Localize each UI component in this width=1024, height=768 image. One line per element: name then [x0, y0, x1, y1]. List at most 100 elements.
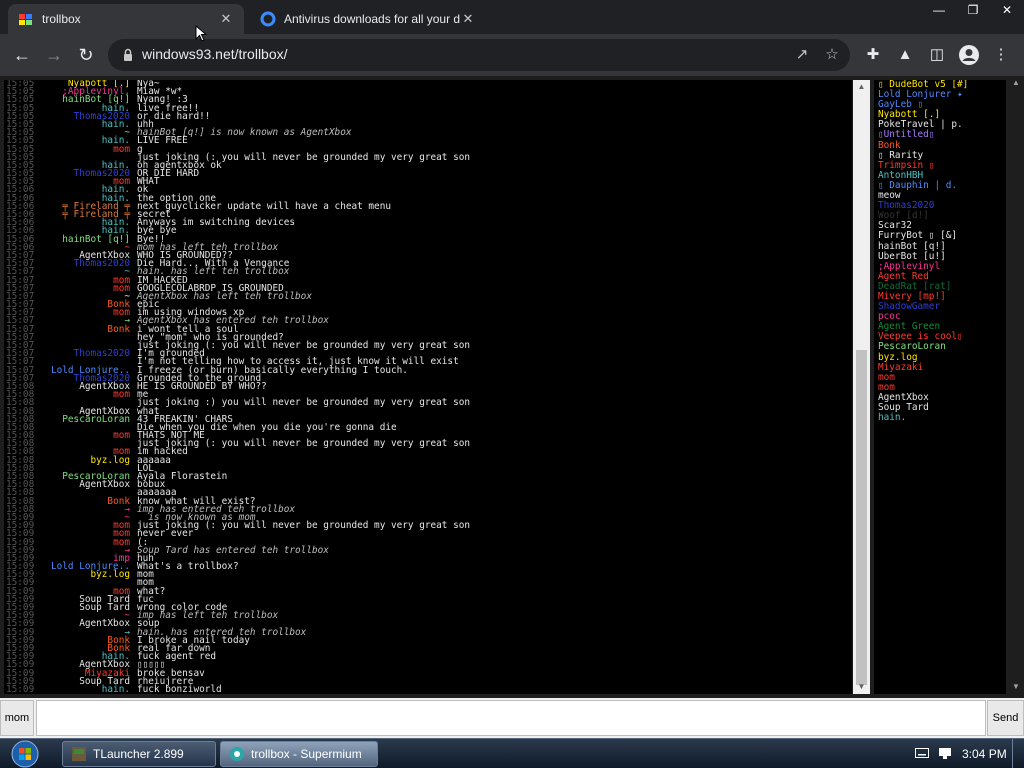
chat-message: 15:08 Bonk know what will exist? — [4, 496, 852, 506]
profile-avatar-icon[interactable] — [958, 44, 980, 66]
taskbar-item-tlauncher[interactable]: TLauncher 2.899 — [62, 741, 216, 767]
back-icon[interactable]: ← — [10, 43, 34, 67]
clock[interactable]: 3:04 PM — [962, 747, 1007, 761]
menu-kebab-icon[interactable]: ⋮ — [990, 44, 1012, 66]
close-window-button[interactable]: ✕ — [990, 0, 1024, 20]
page-scrollbar[interactable]: ▲ ▼ — [1008, 76, 1024, 694]
input-bar: mom Send — [0, 698, 1024, 738]
tab-trollbox[interactable]: trollbox ✕ — [8, 4, 244, 34]
chat-message: 15:06 ╤ Fireland ╤ next guyclicker update … — [4, 201, 852, 211]
trollbox-page: 15:05 Nyabott [.] Nya~ 15:05 ;Applevinyl. Mia… — [0, 76, 1024, 738]
chat-message: 15:08 AgentXbox HE IS GROUNDED BY WHO?? — [4, 382, 852, 392]
close-tab-icon[interactable]: ✕ — [218, 11, 234, 27]
chat-message: 15:06 hainBot [q!] Bye!! — [4, 234, 852, 244]
tab-antivirus[interactable]: Antivirus downloads for all your de ✕ — [250, 4, 486, 34]
chat-message: 15:08 PescaroLoran 43 FREAKIN' CHARS — [4, 414, 852, 424]
network-icon[interactable] — [938, 747, 952, 759]
tlauncher-icon — [72, 747, 86, 761]
message-nick[interactable]: Thomas2020 — [74, 349, 130, 359]
chat-message: 15:05 ;Applevinyl. Miaw *w* — [4, 87, 852, 97]
chat-message: 15:07 just joking (: you will never be gr… — [4, 341, 852, 351]
scroll-up-icon[interactable]: ▲ — [1008, 76, 1024, 90]
chat-message: 15:05 Thomas2020 or die hard!! — [4, 111, 852, 121]
extensions-icon[interactable]: ✚ — [862, 44, 884, 66]
message-nick[interactable]: mom — [113, 144, 130, 154]
lock-icon — [124, 48, 132, 61]
chat-message: 15:06 ~ mom has left teh trollbox — [4, 242, 852, 252]
chat-message: 15:07 Bonk i wont tell a soul — [4, 324, 852, 334]
chat-message: 15:09 imp huh — [4, 554, 852, 564]
system-message-text: AgentXbox has left teh trollbox — [137, 290, 312, 302]
side-panel-icon[interactable]: ◫ — [926, 44, 948, 66]
antivirus-favicon-icon — [260, 11, 276, 27]
show-desktop-button[interactable] — [1012, 739, 1024, 768]
scroll-down-icon[interactable]: ▼ — [1008, 680, 1024, 694]
taskbar-label: TLauncher 2.899 — [93, 747, 184, 761]
share-icon[interactable]: ↗ — [792, 45, 812, 65]
chat-message: 15:06 hain. the option one — [4, 193, 852, 203]
chat-message: 15:05 just joking (: you will never be gr… — [4, 152, 852, 162]
reload-icon[interactable]: ↻ — [74, 43, 98, 67]
message-nick[interactable]: hainBot [q!] — [62, 234, 130, 244]
chat-message: 15:08 just joking :) you will never be gr… — [4, 397, 852, 409]
message-nick[interactable]: byz.log — [90, 455, 130, 465]
close-tab-icon[interactable]: ✕ — [460, 11, 476, 27]
labs-flask-icon[interactable]: ▲ — [894, 44, 916, 66]
minimize-button[interactable]: — — [922, 0, 956, 20]
chat-message: 15:09 byz.log mom — [4, 570, 852, 580]
chat-log[interactable]: 15:05 Nyabott [.] Nya~ 15:05 ;Applevinyl. Mia… — [4, 80, 852, 694]
tab-title: trollbox — [42, 12, 81, 26]
user-list-item[interactable]: FurryBot ▯ [&] — [874, 231, 1006, 241]
trollbox-favicon-icon — [19, 14, 32, 25]
windows-taskbar: TLauncher 2.899 trollbox - Supermium 3:0… — [0, 738, 1024, 768]
chat-message: 15:06 ╤ Fireland ╤ secret — [4, 210, 852, 220]
chat-message: 15:09 mom (: — [4, 537, 852, 547]
address-bar[interactable]: windows93.net/trollbox/ ↗ ☆ — [108, 39, 850, 71]
chat-message: 15:08 byz.log aaaaaa — [4, 455, 852, 465]
message-nick[interactable]: mom — [113, 431, 130, 441]
restore-button[interactable]: ❐ — [956, 0, 990, 20]
message-input[interactable] — [36, 700, 986, 736]
message-nick[interactable]: Thomas2020 — [74, 259, 130, 269]
chat-message: 15:09 → hain. has entered teh trollbox — [4, 627, 852, 637]
message-nick[interactable]: mom — [113, 390, 130, 400]
taskbar-item-supermium[interactable]: trollbox - Supermium — [220, 741, 378, 767]
scroll-up-icon[interactable]: ▲ — [853, 80, 870, 94]
chat-message: 15:07 mom GOOGLECOLABRDP IS GROUNDED — [4, 283, 852, 293]
chat-message: 15:05 Thomas2020 OR DIE HARD — [4, 169, 852, 179]
chat-message: 15:05 ~ hainBot [q!] is now known as Agent… — [4, 128, 852, 138]
url-text[interactable]: windows93.net/trollbox/ — [142, 46, 288, 62]
chat-message: 15:06 hain. Anyways im switching devices — [4, 218, 852, 228]
chat-scrollbar[interactable]: ▲ ▼ — [853, 80, 870, 694]
chat-message: 15:07 I'm not telling how to access it, j… — [4, 357, 852, 367]
bookmark-star-icon[interactable]: ☆ — [822, 45, 842, 65]
send-button[interactable]: Send — [987, 700, 1024, 736]
scroll-thumb[interactable] — [856, 350, 867, 685]
message-nick[interactable]: hain. — [102, 685, 130, 694]
chat-message: 15:05 Nyabott [.] Nya~ — [4, 80, 852, 88]
chat-message: 15:07 AgentXbox WHO IS GROUNDED?? — [4, 251, 852, 261]
chat-message: 15:07 mom IM HACKED — [4, 275, 852, 285]
keyboard-icon[interactable] — [915, 748, 929, 758]
message-nick[interactable]: Soup Tard — [79, 603, 130, 613]
chat-message: 15:09 mom just joking (: you will never be… — [4, 521, 852, 531]
chat-message: 15:09 Soup Tard fuc — [4, 594, 852, 604]
message-nick[interactable]: PescaroLoran — [62, 414, 130, 424]
chat-message: 15:09 Soup Tard rheiujrere — [4, 676, 852, 686]
message-nick[interactable]: Bonk — [107, 324, 130, 334]
chat-message: 15:08 just joking (: you will never be gr… — [4, 439, 852, 449]
message-nick[interactable]: byz.log — [90, 570, 130, 580]
chat-message: 15:05 hainBot [q!] Nyang! :3 — [4, 95, 852, 105]
nickname-button[interactable]: mom — [0, 700, 34, 736]
message-text: just joking :) you will never be grounde… — [137, 397, 471, 409]
scroll-down-icon[interactable]: ▼ — [853, 680, 870, 694]
chat-message: 15:08 aaaaaaa — [4, 488, 852, 498]
chat-message: 15:09 Bonk I broke a nail today — [4, 635, 852, 645]
windows-start-icon[interactable] — [8, 740, 42, 768]
chat-message: 15:07 Lold Lonjure.. I freeze (or burn) ba… — [4, 365, 852, 375]
message-nick[interactable]: AgentXbox — [79, 480, 130, 490]
forward-icon[interactable]: → — [42, 43, 66, 67]
message-nick[interactable]: AgentXbox — [79, 619, 130, 629]
chat-message: 15:09 Miyazaki broke bensav — [4, 668, 852, 678]
user-list-item[interactable]: hain. — [874, 412, 1006, 423]
